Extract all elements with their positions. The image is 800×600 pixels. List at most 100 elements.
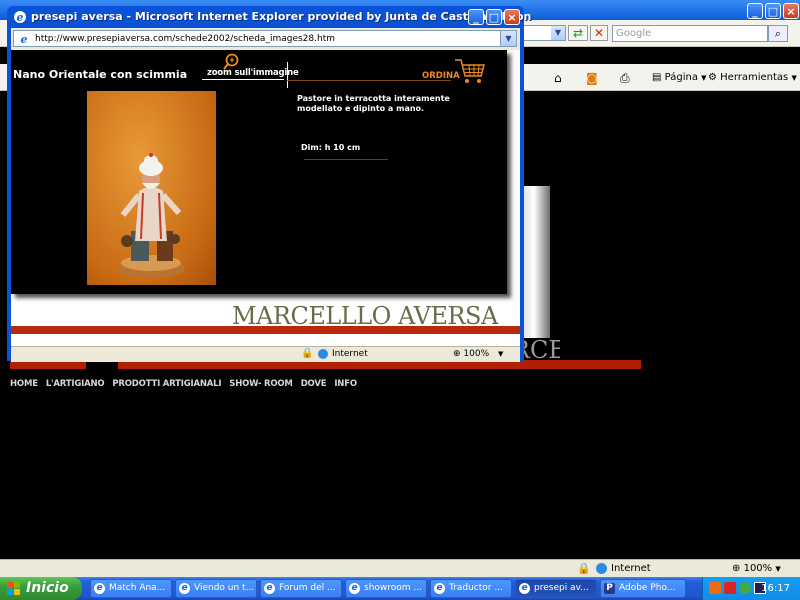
svg-text:e: e [17, 11, 24, 24]
tools-menu-label: Herramientas [720, 72, 789, 83]
nav-item-home[interactable]: HOME [10, 379, 38, 389]
nav-item-artigiano[interactable]: L'ARTIGIANO [46, 379, 105, 389]
taskbar-item-label: Forum del ... [279, 583, 336, 593]
zoom-value: 100% [463, 349, 490, 359]
start-label: Inicio [26, 580, 69, 596]
popup-titlebar[interactable]: e presepi aversa - Microsoft Internet Ex… [7, 6, 531, 28]
popup-title: presepi aversa - Microsoft Internet Expl… [31, 10, 532, 23]
rss-icon: ◙ [586, 71, 598, 85]
taskbar-item-active[interactable]: e presepi av... [515, 579, 597, 598]
search-button[interactable]: ⌕ [768, 25, 788, 42]
popup-maximize-button[interactable]: □ [486, 9, 502, 25]
zoom-link[interactable]: zoom sull'immagine [207, 68, 299, 78]
home-button[interactable]: ⌂ [554, 70, 562, 86]
popup-close-button[interactable]: × [504, 9, 520, 25]
chevron-down-icon: ▼ [701, 74, 707, 82]
nav-item-dove[interactable]: DOVE [301, 379, 327, 389]
security-tray-icon[interactable] [724, 582, 736, 594]
popup-url: http://www.presepiaversa.com/schede2002/… [35, 34, 335, 44]
background-status-bar: 🔒 Internet ⊕ 100% ▼ [0, 559, 800, 578]
globe-icon [596, 563, 607, 574]
minimize-button[interactable]: _ [747, 3, 763, 19]
lock-icon: 🔒 [301, 348, 314, 359]
search-icon: ⌕ [774, 27, 782, 40]
background-address-field[interactable]: ▼ [520, 25, 566, 41]
zoom-value: 100% [743, 563, 773, 574]
popup-window: e presepi aversa - Microsoft Internet Ex… [7, 6, 531, 362]
taskbar-item-label: Match Ana... [109, 583, 166, 593]
zoom-level[interactable]: ⊕ 100% ▼ [732, 561, 781, 577]
page-menu-button[interactable]: ▤ Página ▼ [652, 70, 707, 86]
chevron-down-icon[interactable]: ▼ [500, 31, 516, 46]
ie-icon: e [21, 33, 28, 45]
chevron-down-icon: ▼ [791, 74, 797, 82]
ie-icon: e [14, 11, 26, 24]
nav-item-prodotti[interactable]: PRODOTTI ARTIGIANALI [112, 379, 221, 389]
taskbar-item[interactable]: e Viendo un t... [175, 579, 257, 598]
lock-icon: 🔒 [577, 562, 591, 575]
divider [202, 79, 284, 80]
ie-icon: e [179, 583, 190, 594]
popup-status-bar: 🔒 Internet ⊕ 100% ▼ [11, 346, 520, 362]
shopping-cart-icon[interactable] [453, 56, 487, 86]
maximize-button[interactable]: □ [765, 3, 781, 19]
ie-icon: e [349, 583, 360, 594]
nav-item-showroom[interactable]: SHOW- ROOM [229, 379, 293, 389]
shield-icon[interactable] [739, 582, 751, 594]
taskbar-item-label: Traductor ... [449, 583, 503, 593]
product-dimensions: Dim: h 10 cm [301, 143, 361, 152]
figurine-illustration [117, 153, 185, 278]
start-button[interactable]: Inicio [0, 577, 82, 600]
zoom-icon: ⊕ [453, 349, 461, 359]
taskbar-item[interactable]: e Match Ana... [90, 579, 172, 598]
ie-icon: e [434, 583, 445, 594]
stop-icon: ✕ [593, 26, 605, 40]
taskbar-item-label: Adobe Pho... [619, 583, 676, 593]
feeds-button[interactable]: ◙ [586, 70, 598, 86]
close-button[interactable]: × [783, 3, 799, 19]
clock[interactable]: 16:17 [761, 577, 790, 600]
taskbar-item[interactable]: e showroom ... [345, 579, 427, 598]
gear-icon: ⚙ [708, 72, 717, 83]
ie-icon: e [94, 583, 105, 594]
print-icon: ⎙ [620, 71, 630, 85]
product-photo[interactable] [87, 91, 216, 285]
refresh-icon: ⇄ [572, 26, 584, 40]
taskbar-item[interactable]: P Adobe Pho... [600, 579, 686, 598]
popup-minimize-button[interactable]: _ [468, 9, 484, 25]
product-panel: Nano Orientale con scimmia zoom sull'imm… [11, 50, 507, 294]
divider [287, 62, 288, 88]
popup-zoom-level[interactable]: ⊕ 100% ▼ [453, 347, 503, 361]
taskbar-item-label: presepi av... [534, 583, 589, 593]
nav-item-info[interactable]: INFO [334, 379, 357, 389]
chevron-down-icon: ▼ [775, 565, 781, 573]
system-tray: 16:17 [702, 577, 800, 600]
photoshop-icon: P [604, 583, 615, 594]
tools-menu-button[interactable]: ⚙ Herramientas ▼ [708, 70, 797, 86]
windows-logo-icon [7, 582, 20, 595]
product-description: Pastore in terracotta interamente modell… [297, 94, 450, 113]
popup-status-zone: Internet [332, 349, 368, 359]
red-accent-bar [11, 326, 520, 334]
product-title: Nano Orientale con scimmia [13, 68, 188, 81]
page-icon: ▤ [652, 72, 662, 83]
taskbar-item[interactable]: e Traductor ... [430, 579, 512, 598]
svg-text:e: e [21, 33, 28, 45]
taskbar-item-label: Viendo un t... [194, 583, 255, 593]
ie-icon: e [264, 583, 275, 594]
chevron-down-icon[interactable]: ▼ [551, 26, 565, 40]
popup-address-field[interactable]: e http://www.presepiaversa.com/schede200… [13, 30, 517, 47]
app-tray-icon[interactable] [709, 582, 721, 594]
chevron-down-icon: ▼ [498, 350, 504, 358]
taskbar-item[interactable]: e Forum del ... [260, 579, 342, 598]
divider [304, 159, 388, 160]
print-button[interactable]: ⎙ [620, 70, 630, 86]
popup-address-bar: e http://www.presepiaversa.com/schede200… [11, 28, 520, 50]
search-input[interactable]: Google [612, 25, 768, 42]
stop-button[interactable]: ✕ [590, 25, 608, 41]
refresh-button[interactable]: ⇄ [568, 25, 588, 41]
page-menu-label: Página [664, 72, 698, 83]
taskbar: Inicio e Match Ana... e Viendo un t... e Fo… [0, 577, 800, 600]
popup-page-content: Nano Orientale con scimmia zoom sull'imm… [11, 50, 520, 346]
globe-icon [318, 349, 328, 359]
